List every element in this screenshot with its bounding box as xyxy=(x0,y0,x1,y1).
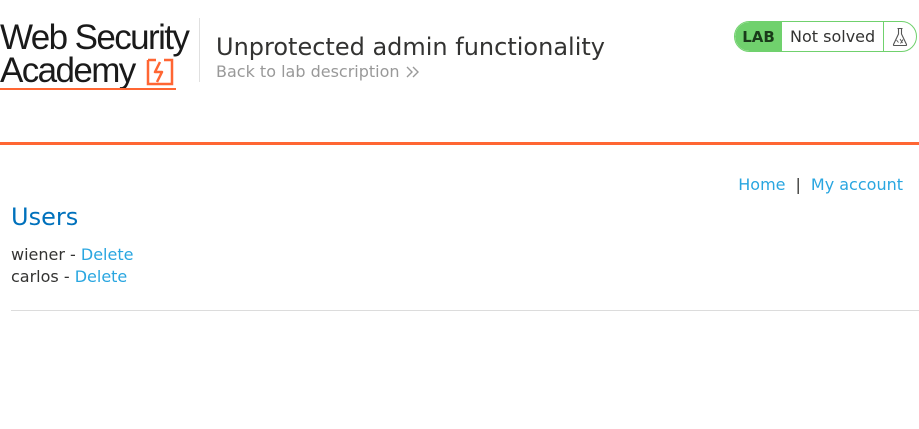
users-heading: Users xyxy=(11,203,79,231)
back-to-lab-description-link[interactable]: Back to lab description xyxy=(216,62,420,81)
header-divider xyxy=(199,18,200,82)
delete-wiener-link[interactable]: Delete xyxy=(81,245,134,264)
nav-separator: | xyxy=(795,175,801,194)
username: carlos xyxy=(11,267,59,286)
lightning-bolt-icon xyxy=(146,58,174,86)
content-divider xyxy=(11,310,919,311)
logo-underline xyxy=(0,88,176,90)
lab-status-text: Not solved xyxy=(782,22,884,51)
flask-icon xyxy=(884,22,916,51)
web-security-academy-logo[interactable]: Web Security Academy xyxy=(0,18,200,92)
page-header: Web Security Academy Unprotected admin f… xyxy=(0,0,919,145)
user-separator: - xyxy=(64,245,81,264)
lab-status-label: LAB xyxy=(735,22,782,51)
home-link[interactable]: Home xyxy=(738,175,785,194)
lab-title: Unprotected admin functionality xyxy=(216,32,605,61)
delete-carlos-link[interactable]: Delete xyxy=(75,267,128,286)
logo-text-line2: Academy xyxy=(0,51,136,90)
double-chevron-right-icon xyxy=(406,66,419,77)
username: wiener xyxy=(11,245,65,264)
user-row-carlos: carlos - Delete xyxy=(11,266,133,288)
user-list: wiener - Delete carlos - Delete xyxy=(11,244,133,288)
top-nav: Home | My account xyxy=(738,175,903,194)
back-link-label: Back to lab description xyxy=(216,62,400,81)
my-account-link[interactable]: My account xyxy=(811,175,903,194)
logo-text-line1: Web Security xyxy=(0,18,190,57)
user-row-wiener: wiener - Delete xyxy=(11,244,133,266)
lab-status-widget: LAB Not solved xyxy=(734,21,917,52)
user-separator: - xyxy=(58,267,75,286)
